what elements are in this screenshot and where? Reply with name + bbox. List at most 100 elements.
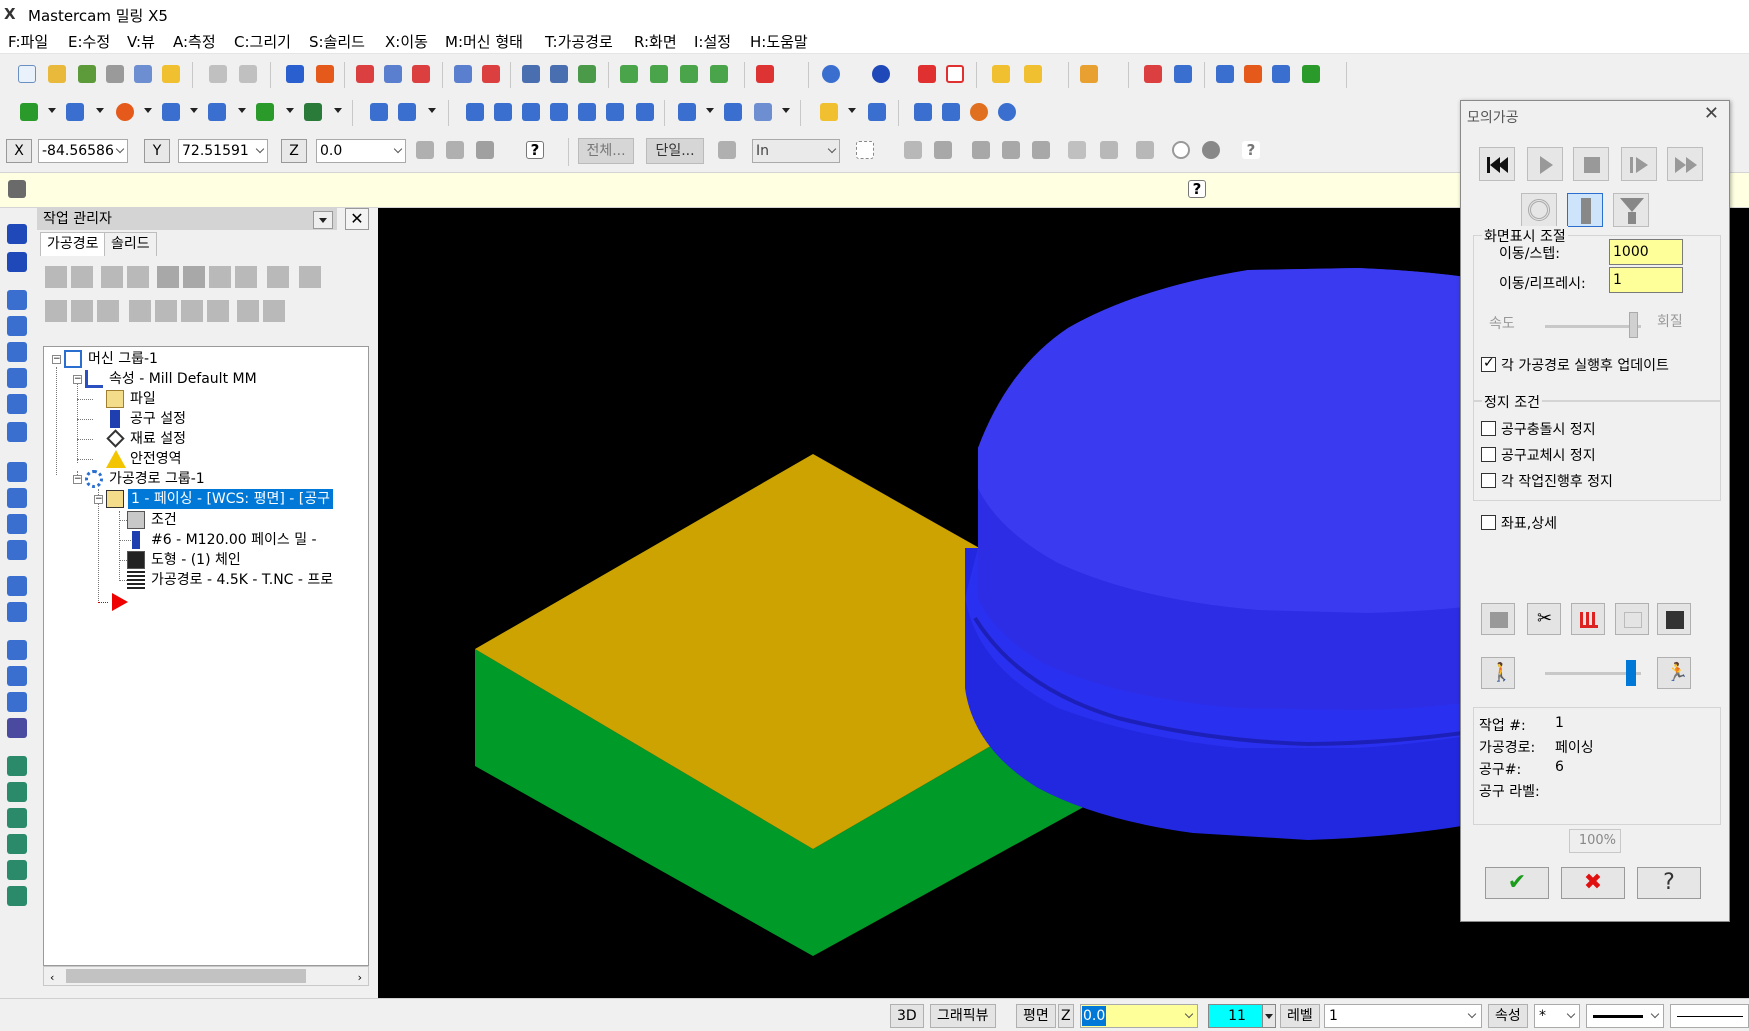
arrow-diag-icon[interactable] bbox=[864, 100, 890, 126]
high-feed-icon[interactable] bbox=[235, 266, 257, 288]
surface-flowline-icon[interactable] bbox=[7, 834, 27, 854]
pencil-icon[interactable] bbox=[988, 62, 1014, 88]
z-coord-field[interactable]: 0.0 bbox=[316, 139, 406, 163]
menu-machine-type[interactable]: M:머신 형태 bbox=[443, 31, 525, 52]
scroll-thumb[interactable] bbox=[66, 969, 306, 983]
color-palette-icon[interactable] bbox=[1240, 62, 1266, 88]
run-speed-slider-thumb[interactable] bbox=[1626, 660, 1637, 686]
only-display-associated-icon[interactable] bbox=[263, 300, 285, 322]
y-coord-label[interactable]: Y bbox=[144, 139, 170, 163]
status-attributes-button[interactable]: 속성 bbox=[1488, 1004, 1528, 1028]
speed-quality-slider[interactable] bbox=[1545, 325, 1641, 328]
status-line-style[interactable] bbox=[1586, 1004, 1664, 1028]
scroll-right-icon[interactable]: › bbox=[358, 971, 362, 984]
collapse-toolpath-group[interactable]: − bbox=[73, 475, 82, 484]
xform-roll-icon[interactable] bbox=[632, 100, 658, 126]
zoom-out-icon[interactable] bbox=[478, 62, 504, 88]
pan-icon[interactable] bbox=[282, 62, 308, 88]
backplot-ops-icon[interactable] bbox=[157, 266, 179, 288]
spline-icon[interactable] bbox=[204, 100, 230, 126]
scissors-icon[interactable]: ✂ bbox=[1527, 603, 1561, 635]
menu-help[interactable]: H:도움말 bbox=[748, 31, 810, 52]
tool-manager-icon[interactable] bbox=[518, 62, 544, 88]
all-button[interactable]: 전체... bbox=[578, 138, 634, 164]
status-z-label[interactable]: Z bbox=[1058, 1004, 1074, 1028]
zoom-fit-icon[interactable] bbox=[380, 62, 406, 88]
surface-blend-icon[interactable] bbox=[7, 886, 27, 906]
dimension-icon[interactable] bbox=[674, 100, 700, 126]
dimension-dropdown-arrow[interactable] bbox=[706, 108, 714, 113]
move-down-icon[interactable] bbox=[129, 300, 151, 322]
surface-high-speed-icon[interactable] bbox=[7, 756, 27, 776]
delete-ops-icon[interactable] bbox=[267, 266, 289, 288]
stop-collision-checkbox[interactable] bbox=[1481, 421, 1496, 436]
iso-view-icon[interactable] bbox=[616, 62, 642, 88]
disabled-tool-icon[interactable] bbox=[1615, 603, 1649, 635]
scroll-to-insert-icon[interactable] bbox=[207, 300, 229, 322]
menu-view[interactable]: V:뷰 bbox=[125, 31, 157, 52]
pocket-icon[interactable] bbox=[7, 342, 27, 362]
trim-op-icon[interactable] bbox=[7, 692, 27, 712]
play-button[interactable] bbox=[1527, 147, 1563, 181]
run-icon[interactable]: 🏃 bbox=[1657, 657, 1691, 689]
xform-translate-icon[interactable] bbox=[462, 100, 488, 126]
blue-circle-icon[interactable] bbox=[994, 100, 1020, 126]
ops-help-icon[interactable] bbox=[299, 266, 321, 288]
cylinder-dropdown-arrow[interactable] bbox=[334, 108, 342, 113]
coord-detail-checkbox[interactable] bbox=[1481, 515, 1496, 530]
scroll-left-icon[interactable]: ‹ bbox=[50, 971, 54, 984]
autocursor-override-icon[interactable] bbox=[472, 138, 498, 164]
menu-solids[interactable]: S:솔리드 bbox=[307, 31, 367, 52]
lock-ops-icon[interactable] bbox=[45, 300, 67, 322]
tree-horizontal-scrollbar[interactable]: ‹ › bbox=[43, 966, 369, 986]
surface-finish-icon[interactable] bbox=[7, 602, 27, 622]
trim-icon[interactable] bbox=[366, 100, 392, 126]
selection-mode-icon[interactable] bbox=[714, 138, 740, 164]
point-icon[interactable] bbox=[16, 100, 42, 126]
update-each-checkbox[interactable] bbox=[1481, 355, 1496, 372]
collapse-machine-group[interactable]: − bbox=[52, 355, 61, 364]
select-circle-icon[interactable] bbox=[1198, 138, 1224, 164]
spline-dropdown-arrow[interactable] bbox=[238, 108, 246, 113]
toolpath-verify-icon[interactable] bbox=[546, 62, 572, 88]
status-3d-button[interactable]: 3D bbox=[890, 1004, 924, 1028]
menu-analyze[interactable]: A:측정 bbox=[171, 31, 218, 52]
simulate-box-icon[interactable] bbox=[938, 100, 964, 126]
sphere-icon[interactable] bbox=[868, 62, 894, 88]
line-dropdown-arrow[interactable] bbox=[96, 108, 104, 113]
globe-icon[interactable] bbox=[818, 62, 844, 88]
xform-offset-icon[interactable] bbox=[574, 100, 600, 126]
xform-mirror-icon[interactable] bbox=[518, 100, 544, 126]
x-coord-field[interactable]: -84.56586 bbox=[38, 139, 128, 163]
status-point-style[interactable]: * bbox=[1534, 1004, 1580, 1028]
fillet-dropdown-arrow[interactable] bbox=[190, 108, 198, 113]
print-icon[interactable] bbox=[102, 62, 128, 88]
select-face-icon[interactable] bbox=[968, 138, 994, 164]
orange-circle-icon[interactable] bbox=[966, 100, 992, 126]
note-icon[interactable] bbox=[750, 100, 776, 126]
help-button[interactable]: ? bbox=[1637, 867, 1701, 899]
arc-dropdown-arrow[interactable] bbox=[144, 108, 152, 113]
insert-arrow-marker-icon[interactable] bbox=[112, 593, 128, 611]
ribbon-toggle-icon[interactable] bbox=[4, 177, 30, 203]
toggle-display-icon[interactable] bbox=[71, 300, 93, 322]
facing-icon[interactable] bbox=[7, 368, 27, 388]
drill-icon[interactable] bbox=[7, 316, 27, 336]
solid-extrude-icon[interactable] bbox=[7, 224, 27, 244]
top-view-icon[interactable] bbox=[646, 62, 672, 88]
fast-forward-button[interactable] bbox=[1667, 147, 1703, 181]
xform-project-icon[interactable] bbox=[602, 100, 628, 126]
regenerate-all-icon[interactable] bbox=[101, 266, 123, 288]
engrave-icon[interactable] bbox=[7, 514, 27, 534]
no-entry-icon[interactable] bbox=[1168, 138, 1194, 164]
select-help-icon[interactable]: ? bbox=[1238, 138, 1264, 164]
undo-icon[interactable] bbox=[205, 62, 231, 88]
menu-create[interactable]: C:그리기 bbox=[232, 31, 293, 52]
menu-edit[interactable]: E:수정 bbox=[66, 31, 112, 52]
status-plane-button[interactable]: 평면 bbox=[1016, 1004, 1056, 1028]
whats-this-icon[interactable] bbox=[1140, 62, 1166, 88]
circle-mill-icon[interactable] bbox=[7, 462, 27, 482]
merge-icon[interactable] bbox=[74, 62, 100, 88]
only-display-selected-icon[interactable] bbox=[237, 300, 259, 322]
status-color-swatch[interactable]: 11 bbox=[1208, 1004, 1266, 1028]
